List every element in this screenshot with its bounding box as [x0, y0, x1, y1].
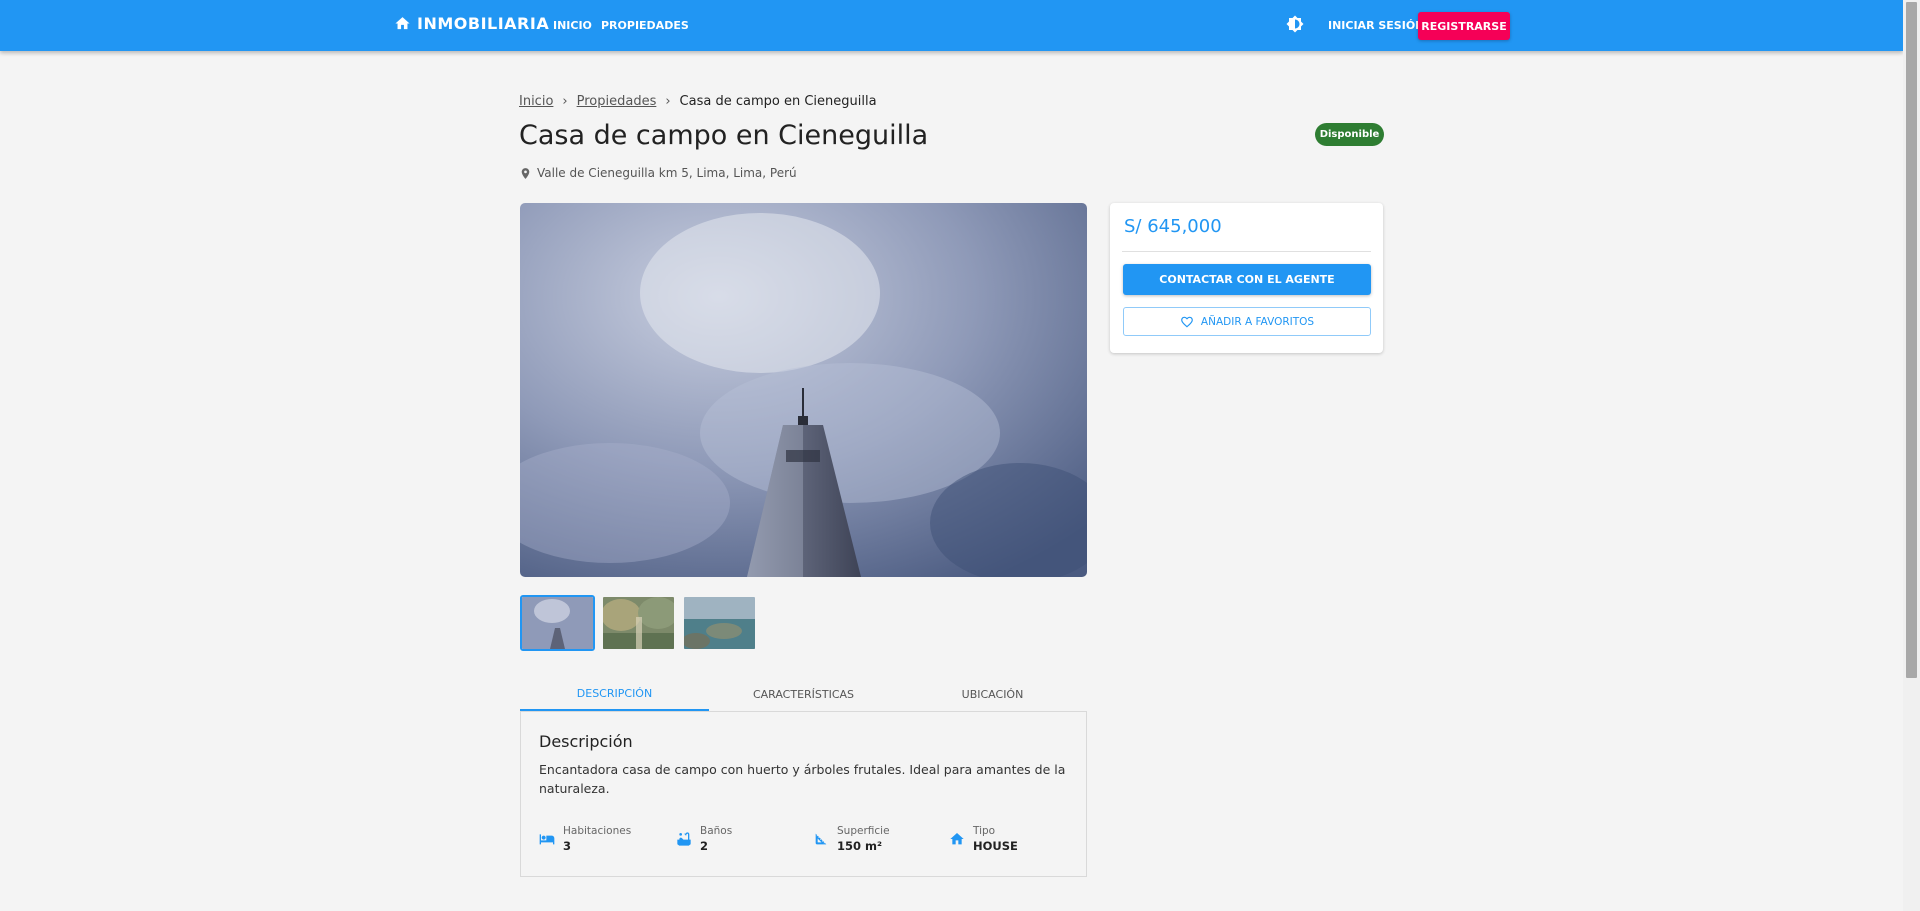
add-favorite-label: AÑADIR A FAVORITOS — [1200, 315, 1315, 328]
chevron-right-icon: › — [665, 94, 671, 109]
chevron-right-icon: › — [562, 94, 568, 109]
breadcrumb: Inicio › Propiedades › Casa de campo en … — [519, 94, 877, 109]
breadcrumb-home[interactable]: Inicio — [519, 94, 553, 109]
bathtub-icon — [677, 832, 691, 846]
feature-value: 2 — [700, 839, 709, 853]
feature-area: Superficie 150 m² — [813, 825, 890, 853]
feature-type: Tipo HOUSE — [949, 825, 1018, 853]
description-title: Descripción — [539, 732, 633, 751]
price-card: S/ 645,000 CONTACTAR CON EL AGENTE AÑADI… — [1110, 203, 1383, 353]
brand-name: INMOBILIARIA — [417, 14, 550, 33]
address-text: Valle de Cieneguilla km 5, Lima, Lima, P… — [537, 166, 797, 180]
feature-value: HOUSE — [973, 839, 1018, 853]
register-button[interactable]: REGISTRARSE — [1418, 12, 1510, 40]
home-icon — [950, 833, 964, 845]
login-button[interactable]: INICIAR SESIÓN — [1328, 19, 1424, 32]
thumbnail-1[interactable] — [520, 595, 595, 651]
breadcrumb-current: Casa de campo en Cieneguilla — [679, 94, 877, 109]
feature-label: Baños — [700, 825, 733, 837]
theme-toggle-icon[interactable] — [1286, 15, 1304, 33]
thumbnail-3[interactable] — [682, 595, 757, 651]
heart-outline-icon — [1181, 316, 1193, 327]
feature-label: Habitaciones — [563, 825, 632, 837]
description-text: Encantadora casa de campo con huerto y á… — [539, 762, 1066, 796]
add-favorite-button[interactable]: AÑADIR A FAVORITOS — [1123, 307, 1371, 336]
brand-link[interactable]: INMOBILIARIA — [394, 14, 549, 33]
property-tabs: DESCRIPCIÓN CARACTERÍSTICAS UBICACIÓN — [520, 677, 1087, 711]
tab-caracteristicas[interactable]: CARACTERÍSTICAS — [709, 677, 898, 711]
nav-inicio[interactable]: INICIO — [553, 19, 592, 32]
scrollbar-thumb[interactable] — [1906, 2, 1917, 678]
property-price: S/ 645,000 — [1124, 216, 1222, 237]
divider — [1122, 251, 1371, 252]
location-pin-icon — [521, 167, 530, 179]
status-badge: Disponible — [1315, 123, 1384, 146]
feature-label: Tipo — [973, 825, 996, 837]
feature-label: Superficie — [837, 825, 890, 837]
feature-value: 3 — [563, 839, 572, 853]
app-bar: INMOBILIARIA INICIO PROPIEDADES INICIAR … — [0, 0, 1903, 51]
feature-bathrooms: Baños 2 — [676, 825, 732, 853]
feature-value: 150 m² — [837, 839, 883, 853]
home-icon — [395, 17, 410, 30]
thumbnail-2[interactable] — [601, 595, 676, 651]
page-title: Casa de campo en Cieneguilla — [519, 120, 929, 151]
main-property-image — [520, 203, 1087, 577]
area-icon — [815, 833, 827, 845]
contact-agent-button[interactable]: CONTACTAR CON EL AGENTE — [1123, 264, 1371, 295]
tab-descripcion[interactable]: DESCRIPCIÓN — [520, 677, 709, 711]
feature-bedrooms: Habitaciones 3 — [539, 825, 631, 853]
nav-propiedades[interactable]: PROPIEDADES — [601, 19, 689, 32]
property-address: Valle de Cieneguilla km 5, Lima, Lima, P… — [519, 166, 797, 180]
scrollbar[interactable] — [1903, 0, 1920, 911]
description-panel: Descripción Encantadora casa de campo co… — [520, 711, 1087, 877]
thumbnail-gallery — [520, 595, 757, 651]
bed-icon — [539, 834, 555, 845]
tab-ubicacion[interactable]: UBICACIÓN — [898, 677, 1087, 711]
breadcrumb-properties[interactable]: Propiedades — [577, 94, 657, 109]
